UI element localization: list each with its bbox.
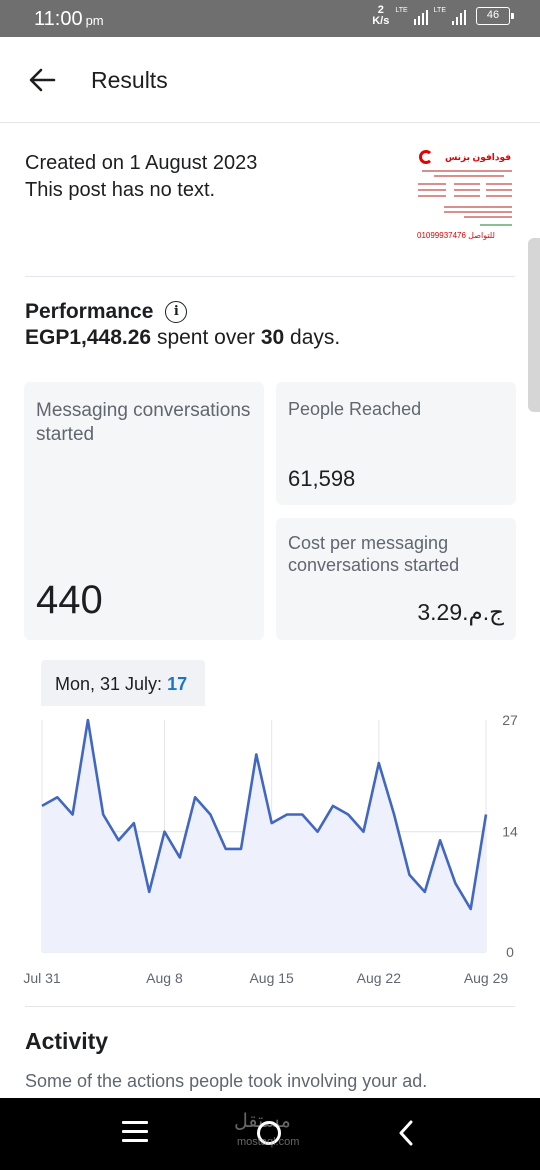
scrollbar-handle[interactable] xyxy=(528,238,540,412)
network-speed: 2 K/s xyxy=(372,5,389,27)
chart-x-tick-label: Jul 31 xyxy=(23,970,61,986)
app-header: Results xyxy=(0,37,540,123)
performance-header: Performance i xyxy=(25,300,188,324)
page-title: Results xyxy=(91,67,168,93)
performance-spent: EGP1,448.26 spent over 30 days. xyxy=(25,326,340,350)
status-indicators: 2 K/s LTE LTE 46 xyxy=(372,5,514,27)
tooltip-value: 17 xyxy=(167,674,188,694)
chart-x-tick-label: Aug 22 xyxy=(357,970,402,986)
thumbnail-text-line xyxy=(422,170,512,172)
battery-icon: 46 xyxy=(476,7,514,25)
status-time: 11:00 pm xyxy=(34,8,104,31)
thumbnail-text-line xyxy=(454,195,480,197)
thumbnail-text-line xyxy=(444,211,512,213)
thumbnail-text-line xyxy=(454,189,480,191)
tooltip-label: Mon, 31 July: xyxy=(55,674,163,694)
chart-y-tick-label: 27 xyxy=(502,712,518,728)
thumbnail-text-line xyxy=(480,224,512,226)
arrow-left-icon xyxy=(29,68,56,92)
thumbnail-text-line xyxy=(418,189,446,191)
metric-card-reach[interactable]: People Reached 61,598 xyxy=(276,382,516,505)
metric-value: 440 xyxy=(36,578,103,622)
thumbnail-text-line xyxy=(486,195,512,197)
info-icon[interactable]: i xyxy=(165,301,188,323)
thumbnail-text-line xyxy=(434,175,504,177)
days-word: days. xyxy=(290,326,341,349)
chart-x-tick-label: Aug 15 xyxy=(249,970,294,986)
thumbnail-text-line xyxy=(454,183,480,185)
vodafone-logo-icon xyxy=(419,150,433,164)
daily-results-chart[interactable]: 27 14 0 Jul 31 Aug 8 Aug 15 Aug 22 Aug 29 xyxy=(0,700,540,1000)
recent-apps-button[interactable] xyxy=(122,1121,148,1143)
chart-y-tick-label: 14 xyxy=(502,824,518,840)
lte-label-1: LTE xyxy=(395,6,408,14)
battery-level: 46 xyxy=(486,9,500,21)
post-thumbnail[interactable]: فودافون بزنس 01099937476 للتواصل xyxy=(414,148,517,250)
signal-icon xyxy=(413,7,428,25)
activity-subtitle: Some of the actions people took involvin… xyxy=(25,1071,428,1091)
system-nav-bar: مستقل mostaql.com xyxy=(0,1098,540,1170)
metric-card-messaging[interactable]: Messaging conversations started 440 xyxy=(24,382,264,640)
status-bar: 11:00 pm 2 K/s LTE LTE 46 xyxy=(0,0,540,37)
thumbnail-brand: فودافون بزنس xyxy=(444,152,511,162)
chevron-left-icon xyxy=(399,1120,413,1146)
thumbnail-text-line xyxy=(418,195,446,197)
chart-y-tick-label: 0 xyxy=(506,944,514,960)
spent-amount: EGP1,448.26 xyxy=(25,326,152,349)
lte-label-2: LTE xyxy=(433,6,446,14)
post-created-date: Created on 1 August 2023 xyxy=(25,152,258,174)
metric-label: People Reached xyxy=(288,399,422,419)
thumbnail-phone: 01099937476 للتواصل xyxy=(417,231,495,240)
activity-title: Activity xyxy=(25,1028,109,1054)
post-text-note: This post has no text. xyxy=(25,179,216,201)
back-button[interactable] xyxy=(20,59,64,103)
days-count: 30 xyxy=(260,326,285,349)
thumbnail-text-line xyxy=(486,189,512,191)
section-divider xyxy=(25,1006,515,1007)
watermark-subtext: mostaql.com xyxy=(237,1136,300,1148)
nav-back-button[interactable] xyxy=(392,1118,422,1148)
metric-label: Messaging conversations started xyxy=(36,400,251,445)
thumbnail-text-line xyxy=(464,216,512,218)
metric-label: Cost per messaging conversations started xyxy=(288,533,460,575)
metric-card-cost[interactable]: Cost per messaging conversations started… xyxy=(276,518,516,640)
performance-title: Performance xyxy=(25,300,154,323)
status-ampm: pm xyxy=(85,13,104,28)
chart-x-tick-label: Aug 29 xyxy=(464,970,509,986)
thumbnail-text-line xyxy=(418,183,446,185)
spent-over-text: spent over xyxy=(156,326,255,349)
thumbnail-text-line xyxy=(444,206,512,208)
thumbnail-text-line xyxy=(486,183,512,185)
signal-icon-2 xyxy=(452,7,466,25)
status-time-value: 11:00 xyxy=(34,8,83,30)
metric-value: 61,598 xyxy=(288,466,356,491)
chart-x-tick-label: Aug 8 xyxy=(146,970,183,986)
metric-value: ج.م.‏3.29 xyxy=(417,599,504,625)
network-speed-unit: K/s xyxy=(372,15,390,27)
section-divider xyxy=(25,276,515,277)
